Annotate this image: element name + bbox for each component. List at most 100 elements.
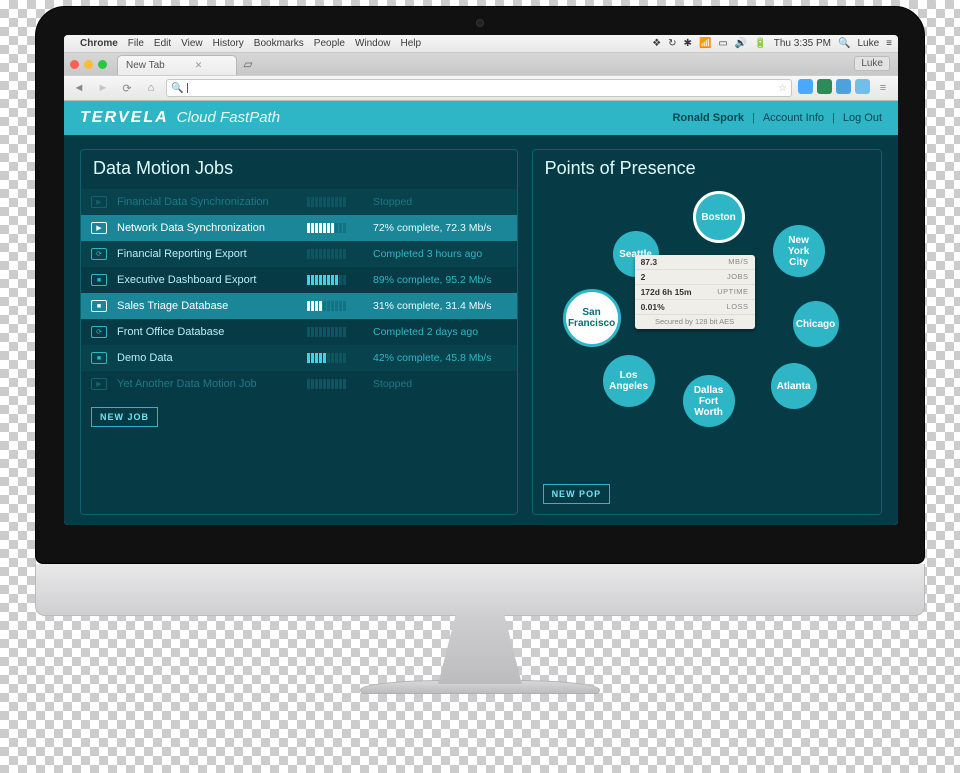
- progress-bars: [307, 353, 363, 363]
- job-row[interactable]: ■Demo Data42% complete, 45.8 Mb/s: [81, 345, 517, 371]
- progress-bars: [307, 379, 363, 389]
- imac-frame: Chrome File Edit View History Bookmarks …: [35, 6, 925, 694]
- pops-panel: Points of Presence BostonSeattleNewYorkC…: [532, 149, 882, 515]
- battery-icon[interactable]: 🔋: [754, 38, 766, 49]
- account-info-link[interactable]: Account Info: [763, 112, 824, 124]
- volume-icon[interactable]: 🔊: [735, 38, 747, 49]
- ext-icon-4[interactable]: [855, 79, 870, 94]
- new-tab-button[interactable]: ▱: [239, 57, 257, 71]
- header-username: Ronald Spork: [672, 112, 744, 124]
- extension-icons: ≡: [798, 79, 892, 97]
- menu-app-name[interactable]: Chrome: [80, 38, 118, 49]
- job-row[interactable]: ⟳ Front Office Database Completed 2 days a…: [81, 319, 517, 345]
- spotlight-icon[interactable]: 🔍: [838, 38, 850, 49]
- menu-history[interactable]: History: [213, 38, 244, 49]
- close-window-button[interactable]: [70, 60, 79, 69]
- sync-icon[interactable]: ↻: [668, 38, 676, 49]
- back-button[interactable]: ◄: [70, 79, 88, 97]
- menu-user[interactable]: Luke: [857, 38, 879, 49]
- pop-node[interactable]: Boston: [693, 191, 745, 243]
- job-status: Completed 2 days ago: [373, 326, 507, 338]
- progress-bars: [307, 249, 363, 259]
- job-row[interactable]: ▶Network Data Synchronization72% complet…: [81, 215, 517, 241]
- sync-icon: ⟳: [91, 248, 107, 260]
- progress-bars: [307, 301, 363, 311]
- pop-node[interactable]: SanFrancisco: [563, 289, 621, 347]
- bookmark-star-icon[interactable]: ☆: [778, 83, 787, 94]
- jobs-list: ▶ Financial Data Synchronization Stopped ▶N…: [81, 189, 517, 397]
- chrome-menu-button[interactable]: ≡: [874, 79, 892, 97]
- jobs-panel: Data Motion Jobs ▶Financial Data Synchro…: [80, 149, 518, 515]
- pop-node[interactable]: DallasFortWorth: [683, 375, 735, 427]
- ext-icon-3[interactable]: [836, 79, 851, 94]
- menu-window[interactable]: Window: [355, 38, 391, 49]
- ext-icon-1[interactable]: [798, 79, 813, 94]
- browser-tab[interactable]: New Tab ✕: [117, 55, 237, 75]
- job-name: Sales Triage Database: [117, 300, 297, 312]
- stop-icon: ■: [91, 274, 107, 286]
- zoom-window-button[interactable]: [98, 60, 107, 69]
- job-status: Stopped: [373, 378, 507, 390]
- job-name: Financial Data Synchronization: [117, 196, 297, 208]
- job-row[interactable]: ■Sales Triage Database31% complete, 31.4…: [81, 293, 517, 319]
- logout-link[interactable]: Log Out: [843, 112, 882, 124]
- job-status: Stopped: [373, 196, 507, 208]
- sep: |: [832, 112, 835, 124]
- pop-node[interactable]: Atlanta: [771, 363, 817, 409]
- job-row[interactable]: ▶Yet Another Data Motion JobStopped: [81, 371, 517, 397]
- job-name: Executive Dashboard Export: [117, 274, 297, 286]
- header-right: Ronald Spork | Account Info | Log Out: [672, 112, 882, 124]
- job-row[interactable]: ■Executive Dashboard Export89% complete,…: [81, 267, 517, 293]
- display-icon[interactable]: ▭: [718, 38, 727, 49]
- play-icon: ▶: [91, 222, 107, 234]
- menu-view[interactable]: View: [181, 38, 203, 49]
- search-icon: 🔍: [171, 83, 183, 94]
- job-row[interactable]: ▶Financial Data SynchronizationStopped: [81, 189, 517, 215]
- close-tab-icon[interactable]: ✕: [195, 60, 203, 71]
- chrome-toolbar: ◄ ► ⟳ ⌂ 🔍 ☆ ≡: [64, 75, 898, 101]
- ext-icon-2[interactable]: [817, 79, 832, 94]
- wifi-icon[interactable]: 📶: [699, 38, 711, 49]
- home-button[interactable]: ⌂: [142, 79, 160, 97]
- job-name: Demo Data: [117, 352, 297, 364]
- menu-help[interactable]: Help: [401, 38, 422, 49]
- progress-bars: [307, 223, 363, 233]
- job-status: 42% complete, 45.8 Mb/s: [373, 352, 507, 364]
- pop-node[interactable]: Chicago: [793, 301, 839, 347]
- screen: Chrome File Edit View History Bookmarks …: [64, 35, 898, 525]
- pop-node[interactable]: NewYorkCity: [773, 225, 825, 277]
- menu-bookmarks[interactable]: Bookmarks: [254, 38, 304, 49]
- camera-dot: [476, 19, 484, 27]
- clock[interactable]: Thu 3:35 PM: [774, 38, 831, 49]
- tooltip-label: MB/S: [728, 257, 748, 267]
- progress-bars: [307, 327, 363, 337]
- new-pop-button[interactable]: NEW POP: [543, 484, 611, 504]
- job-row[interactable]: ⟳Financial Reporting ExportCompleted 3 h…: [81, 241, 517, 267]
- url-text: [187, 83, 189, 93]
- tooltip-value: 172d 6h 15m: [641, 287, 692, 297]
- menu-file[interactable]: File: [128, 38, 144, 49]
- minimize-window-button[interactable]: [84, 60, 93, 69]
- app-page: TERVELA Cloud FastPath Ronald Spork | Ac…: [64, 101, 898, 525]
- menu-edit[interactable]: Edit: [154, 38, 171, 49]
- screen-bezel: Chrome File Edit View History Bookmarks …: [35, 6, 925, 564]
- progress-bars: [307, 275, 363, 285]
- bluetooth-icon[interactable]: ✱: [684, 38, 692, 49]
- forward-button[interactable]: ►: [94, 79, 112, 97]
- job-status: 72% complete, 72.3 Mb/s: [373, 222, 507, 234]
- notifications-icon[interactable]: ≡: [886, 38, 892, 49]
- tooltip-value: 87.3: [641, 257, 658, 267]
- address-bar[interactable]: 🔍 ☆: [166, 79, 792, 97]
- reload-button[interactable]: ⟳: [118, 79, 136, 97]
- dropbox-icon[interactable]: ❖: [652, 38, 661, 49]
- menu-people[interactable]: People: [314, 38, 345, 49]
- sync-icon: ⟳: [91, 326, 107, 338]
- tooltip-footer: Secured by 128 bit AES: [635, 315, 755, 329]
- chrome-profile-badge[interactable]: Luke: [854, 56, 890, 71]
- job-name: Yet Another Data Motion Job: [117, 378, 297, 390]
- new-job-button[interactable]: NEW JOB: [91, 407, 158, 427]
- job-name: Front Office Database: [117, 326, 297, 338]
- brand-name: TERVELA: [80, 109, 169, 127]
- tooltip-value: 0.01%: [641, 302, 665, 312]
- pop-node[interactable]: LosAngeles: [603, 355, 655, 407]
